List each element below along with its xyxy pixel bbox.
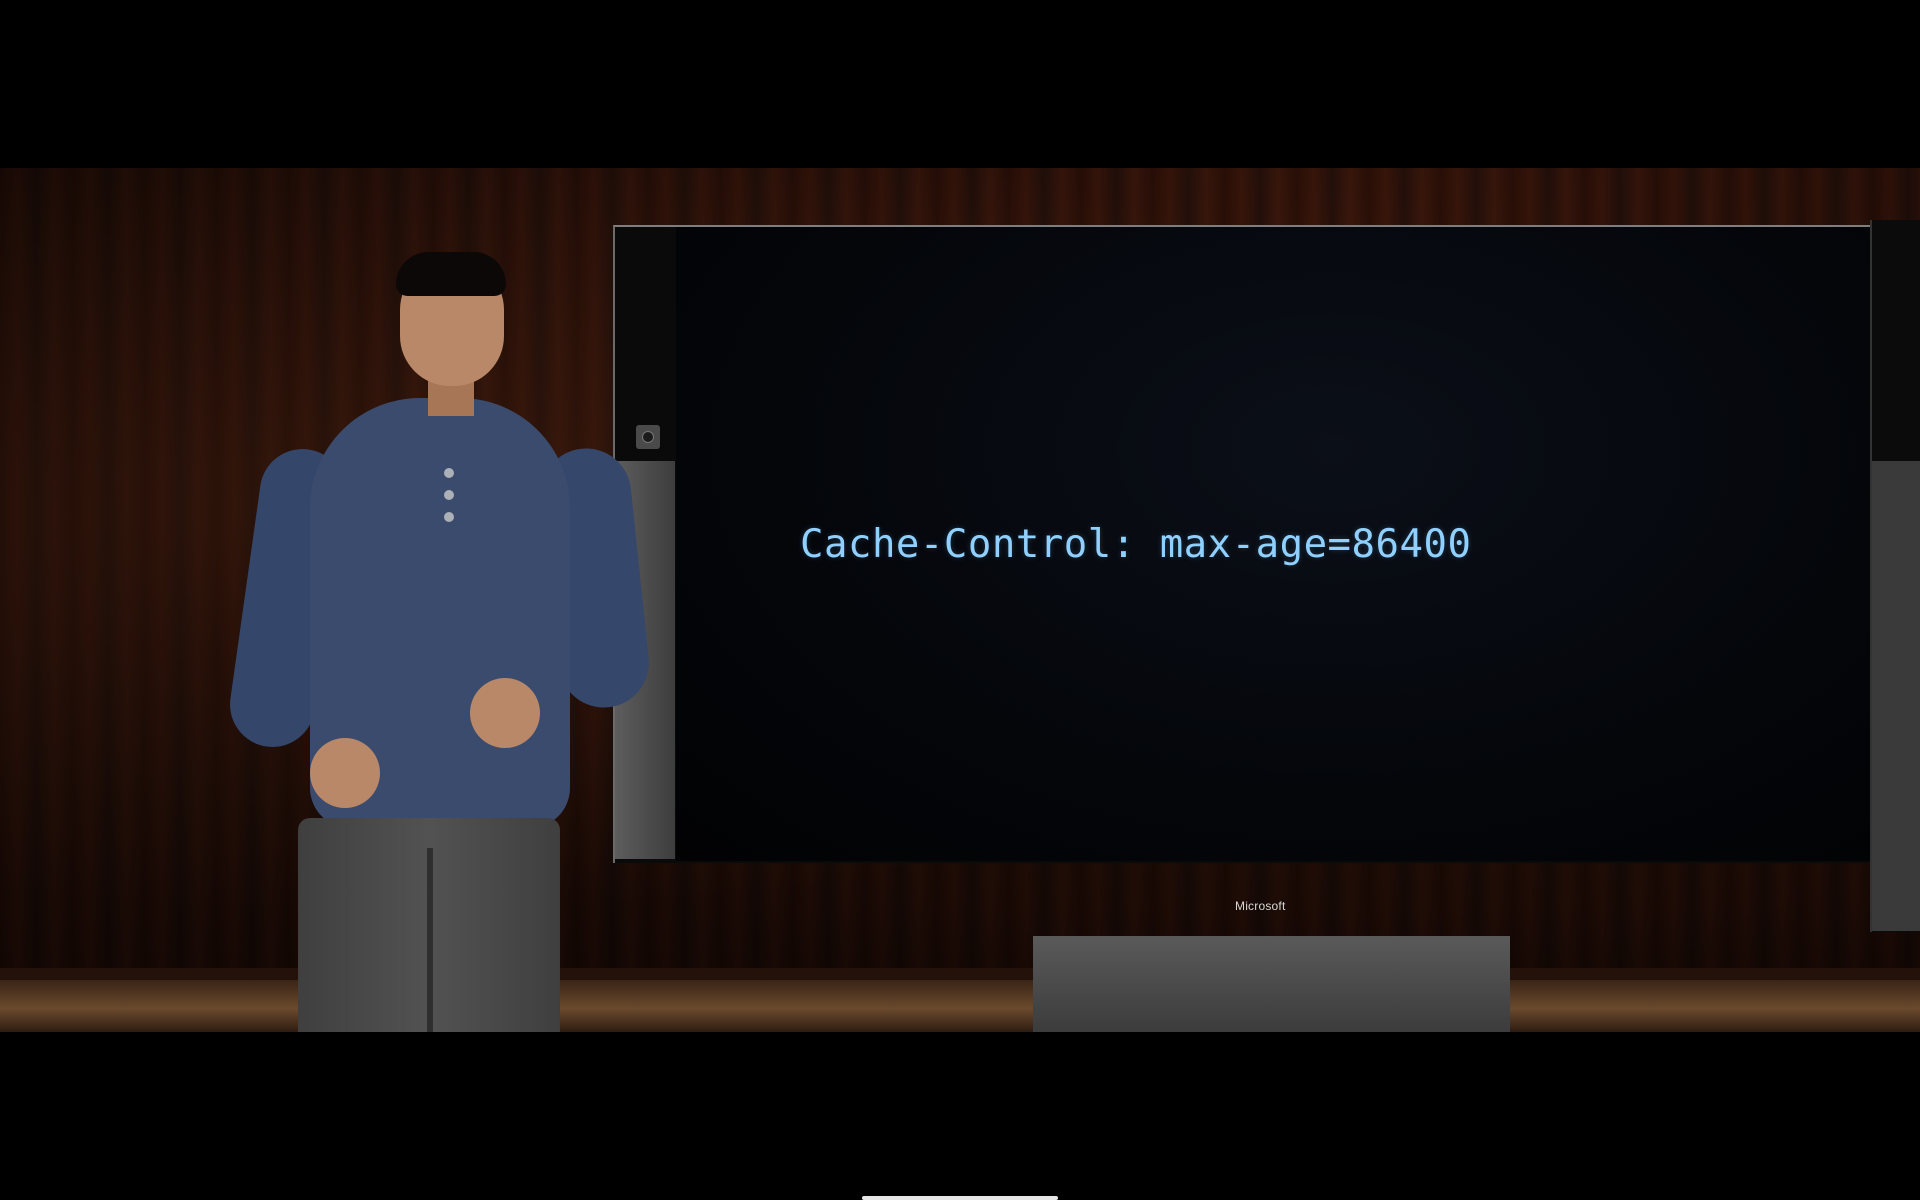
presenter-left-hand	[310, 738, 380, 808]
pants-divider	[427, 848, 433, 1032]
video-frame: Cache-Control: max-age=86400 Microsoft	[0, 168, 1920, 1032]
adjacent-monitor-strip	[1872, 461, 1920, 931]
presenter-hair	[396, 252, 506, 296]
progress-indicator[interactable]	[862, 1196, 1058, 1200]
presenter-right-hand	[470, 678, 540, 748]
presenter	[224, 252, 660, 1032]
monitor-brand-label: Microsoft	[1235, 899, 1286, 913]
slide-code-text: Cache-Control: max-age=86400	[800, 522, 1472, 567]
monitor-stand	[1033, 936, 1510, 1032]
shirt-buttons	[444, 468, 454, 538]
